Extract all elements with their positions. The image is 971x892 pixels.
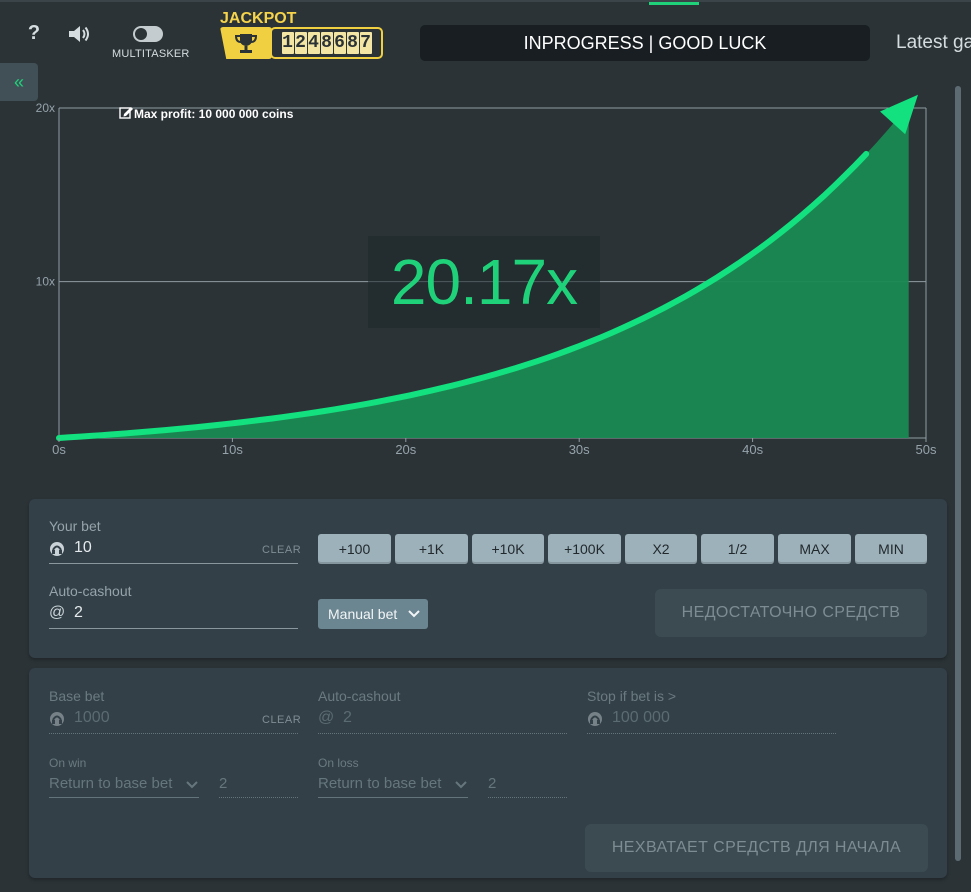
clear-base-bet-button[interactable]: CLEAR [262,714,301,726]
jackpot-digits: 1 2 4 8 6 8 7 [270,27,383,59]
auto-auto-cashout-input[interactable]: 2 [343,709,352,727]
jackpot-counter: 1 2 4 8 6 8 7 [220,27,383,59]
scrollbar[interactable] [955,86,961,861]
curve-arrow-head [880,94,918,135]
jackpot-digit: 6 [333,32,346,54]
x-tick-label: 30s [569,442,590,457]
jackpot-trophy-badge [220,27,272,59]
stop-if-label: Stop if bet is > [587,688,677,704]
auto-cashout-label: Auto-cashout [49,583,132,599]
on-win-value-underline [219,797,298,798]
clear-bet-button[interactable]: CLEAR [262,544,301,556]
bet-mode-value: Manual bet [328,606,398,622]
y-tick-label: 10x [36,275,55,289]
on-win-underline [49,797,199,798]
max-bet-button[interactable]: MAX [778,534,851,564]
on-loss-value-input[interactable]: 2 [488,775,496,792]
chevron-down-icon [408,610,420,618]
quick-add-10k-button[interactable]: +10K [472,534,544,564]
x-tick-label: 20s [395,442,416,457]
base-bet-input[interactable]: 1000 [74,709,110,727]
at-symbol: @ [49,604,66,621]
coin-icon [50,712,64,726]
x-tick-label: 0s [52,442,66,457]
toggle-knob [135,28,147,40]
on-loss-underline [318,797,468,798]
jackpot-label: JACKPOT [220,10,297,27]
current-multiplier: 20.17x [368,236,600,328]
bet-input-underline [49,563,298,564]
on-win-label: On win [49,756,87,770]
jackpot-digit: 1 [281,32,294,54]
coin-icon [588,712,602,726]
coin-icon [50,542,64,556]
double-chevron-left-icon: « [13,72,24,92]
sound-button[interactable] [66,22,92,46]
help-button[interactable]: ? [24,22,44,46]
base-bet-label: Base bet [49,688,105,704]
max-profit-label: Max profit: 10 000 000 coins [134,107,294,121]
auto-cashout-underline [49,628,298,629]
active-tab-indicator [649,2,699,5]
quick-add-100k-button[interactable]: +100K [548,534,621,564]
top-bar: ? MULTITASKER JACKPOT 1 2 4 8 6 8 7 INPR… [0,0,971,82]
quick-add-1k-button[interactable]: +1K [395,534,468,564]
your-bet-label: Your bet [49,518,101,534]
max-profit-note: Max profit: 10 000 000 coins [119,107,294,121]
on-win-value-input[interactable]: 2 [219,775,227,792]
on-loss-select[interactable]: Return to base bet [318,775,441,792]
auto-cashout-label: Auto-cashout [318,688,401,704]
on-loss-label: On loss [318,756,359,770]
multitasker-label: MULTITASKER [112,48,190,60]
speaker-icon [69,26,89,42]
game-status-banner: INPROGRESS | GOOD LUCK [420,25,870,61]
x-tick-label: 50s [916,442,937,457]
latest-games-title: Latest ga [896,32,971,53]
jackpot-digit: 8 [346,32,359,54]
x-tick-label: 40s [742,442,763,457]
min-bet-button[interactable]: MIN [855,534,927,564]
scrollbar-thumb[interactable] [955,86,961,861]
jackpot-digit: 7 [359,32,372,54]
y-tick-label: 20x [36,101,55,115]
stop-if-input[interactable]: 100 000 [612,709,670,727]
x-tick-label: 10s [222,442,243,457]
start-autobet-button[interactable]: НЕХВАТАЕТ СРЕДСТВ ДЛЯ НАЧАЛА [585,824,928,872]
auto-cashout-input[interactable] [74,603,274,623]
stop-if-underline [587,733,836,734]
chevron-down-icon [455,781,467,789]
chevron-down-icon [186,781,198,789]
on-win-select[interactable]: Return to base bet [49,775,172,792]
bet-mode-select[interactable]: Manual bet [318,599,428,629]
edit-icon [119,107,133,119]
quick-add-100-button[interactable]: +100 [318,534,391,564]
jackpot-digit: 2 [294,32,307,54]
trophy-icon [234,34,258,53]
at-symbol: @ [318,709,335,726]
bet-amount-input[interactable] [74,538,254,558]
base-bet-underline [49,733,298,734]
double-bet-button[interactable]: X2 [625,534,697,564]
on-loss-value-underline [488,797,567,798]
place-bet-button[interactable]: НЕДОСТАТОЧНО СРЕДСТВ [655,589,927,637]
jackpot-digit: 4 [307,32,320,54]
jackpot-digit: 8 [320,32,333,54]
auto-cashout-underline [318,733,567,734]
half-bet-button[interactable]: 1/2 [701,534,774,564]
multitasker-toggle[interactable] [133,26,163,42]
